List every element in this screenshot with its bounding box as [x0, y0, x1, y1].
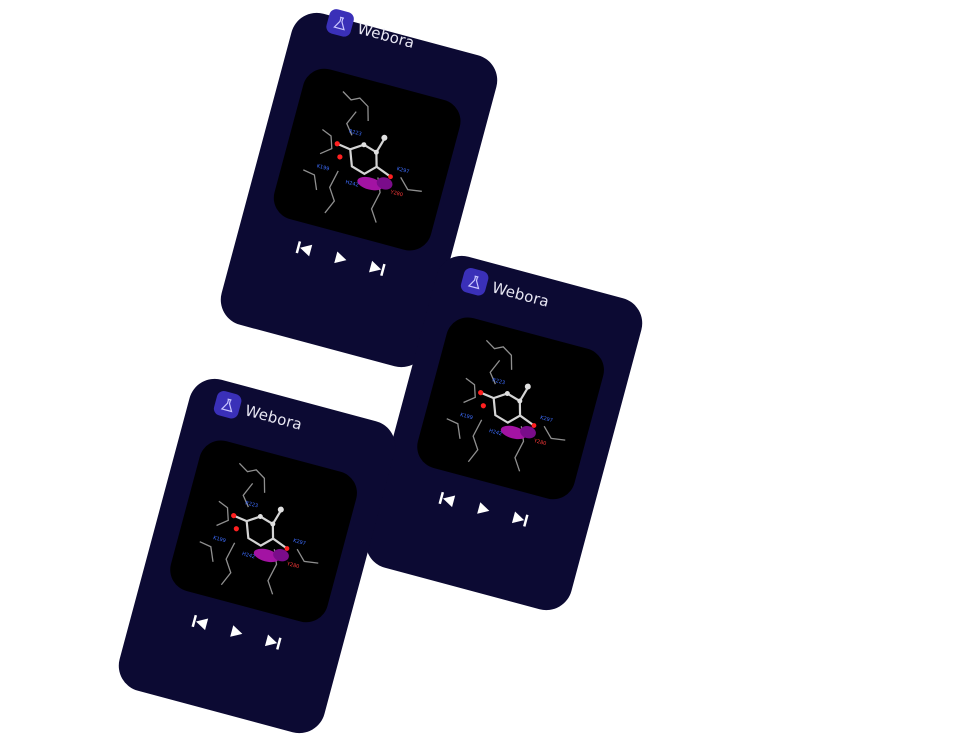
residue-label: K199	[212, 535, 226, 544]
molecule-artwork: R223 K297 K199 H242 Y280	[412, 312, 609, 505]
flask-icon	[324, 7, 356, 39]
skip-next-icon[interactable]	[365, 256, 389, 280]
player-card: Webora R223 K297 K199 H242 Y280	[112, 373, 402, 739]
flask-icon	[459, 266, 490, 298]
residue-label: K199	[459, 412, 473, 421]
play-icon[interactable]	[224, 620, 248, 644]
residue-label: H242	[488, 428, 502, 437]
residue-label: Y280	[285, 561, 300, 570]
residue-label: K297	[539, 415, 553, 424]
brand: Webora	[212, 389, 305, 436]
molecule-artwork: R223 K297 K199 H242 Y280	[165, 435, 362, 628]
skip-previous-icon[interactable]	[188, 610, 212, 634]
skip-next-icon[interactable]	[508, 507, 532, 531]
brand-name: Webora	[490, 277, 552, 311]
residue-label: R223	[348, 128, 362, 137]
brand-name: Webora	[355, 19, 417, 52]
play-icon[interactable]	[471, 497, 495, 521]
molecule-artwork: R223 K297 K199 H242 Y280	[268, 63, 466, 256]
residue-label: K199	[316, 163, 330, 172]
residue-label: K297	[396, 166, 410, 175]
skip-previous-icon[interactable]	[435, 487, 459, 511]
brand: Webora	[459, 266, 552, 313]
skip-next-icon[interactable]	[261, 630, 285, 654]
residue-label: H242	[345, 179, 359, 188]
residue-label: Y280	[389, 189, 404, 198]
residue-label: Y280	[532, 438, 547, 447]
skip-previous-icon[interactable]	[292, 236, 316, 260]
residue-label: H242	[241, 551, 255, 560]
flask-icon	[212, 389, 243, 421]
play-icon[interactable]	[328, 246, 352, 270]
brand: Webora	[324, 7, 418, 55]
residue-label: K297	[292, 538, 306, 547]
brand-name: Webora	[243, 400, 305, 434]
residue-label: R223	[491, 377, 505, 386]
residue-label: R223	[244, 500, 258, 509]
